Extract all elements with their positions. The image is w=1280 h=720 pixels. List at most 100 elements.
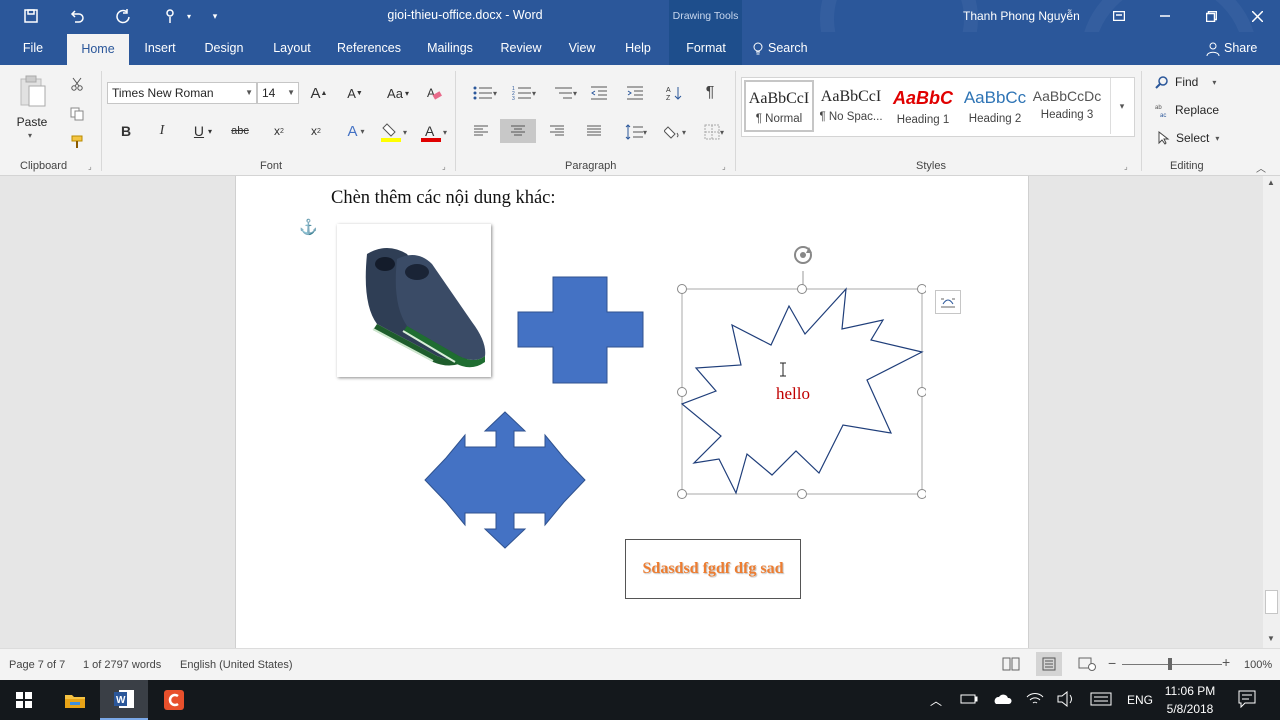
font-launcher-icon[interactable]: ⌟ [442,162,446,171]
style-no-spacing[interactable]: AaBbCcI ¶ No Spac... [816,80,886,132]
decrease-indent-icon[interactable] [589,82,609,104]
layout-options-button[interactable] [935,290,961,314]
zoom-level[interactable]: 100% [1244,659,1272,671]
style-heading-3[interactable]: AaBbCcDc Heading 3 [1032,80,1102,132]
zoom-slider[interactable] [1122,664,1222,665]
tab-insert[interactable]: Insert [136,32,184,65]
minimize-button[interactable] [1142,0,1188,32]
wordart-textbox[interactable]: Sdasdsd fgdf dfg sad [625,539,801,599]
borders-icon[interactable]: ▾ [697,121,731,143]
text-highlight-icon[interactable]: ▾ [378,121,410,143]
strikethrough-icon[interactable]: abc [230,121,250,141]
tab-help[interactable]: Help [618,32,658,65]
print-layout-icon[interactable] [1036,652,1062,676]
redo-icon[interactable] [112,6,134,26]
font-name-combo[interactable]: Times New Roman ▼ [107,82,257,104]
align-right-icon[interactable] [547,121,567,141]
format-painter-icon[interactable] [68,133,86,151]
cross-shape[interactable] [517,276,644,384]
battery-icon[interactable] [960,692,978,709]
style-normal[interactable]: AaBbCcI ¶ Normal [744,80,814,132]
page-count[interactable]: Page 7 of 7 [9,659,65,671]
styles-more-icon[interactable]: ▾ [1110,78,1133,134]
bullets-icon[interactable]: ▾ [470,82,500,104]
align-center-icon[interactable] [500,119,536,143]
multilevel-list-icon[interactable]: ▾ [550,82,580,104]
increase-indent-icon[interactable] [625,82,645,104]
style-heading-2[interactable]: AaBbCc Heading 2 [960,80,1030,132]
volume-icon[interactable] [1057,690,1075,710]
zoom-slider-thumb[interactable] [1168,658,1172,670]
shrink-font-icon[interactable]: A ▼ [345,82,365,104]
input-language[interactable]: ENG [1127,693,1153,707]
change-case-icon[interactable]: Aa ▾ [384,82,412,104]
tab-mailings[interactable]: Mailings [420,32,480,65]
share-button[interactable]: Share [1206,32,1262,65]
superscript-icon[interactable]: x2 [306,121,326,141]
wifi-icon[interactable] [1026,691,1044,710]
align-left-icon[interactable] [471,121,491,141]
replace-button[interactable]: ab ac Replace [1155,103,1219,117]
select-button[interactable]: Select ▾ [1158,131,1219,145]
tab-review[interactable]: Review [496,32,546,65]
quad-arrow-shape[interactable] [422,411,588,549]
heading-paragraph[interactable]: Chèn thêm các nội dung khác: [331,188,556,209]
cut-icon[interactable] [68,75,86,93]
tab-design[interactable]: Design [198,32,250,65]
paragraph-launcher-icon[interactable]: ⌟ [722,162,726,171]
vertical-scrollbar[interactable]: ▲ ▼ [1263,176,1280,648]
sort-icon[interactable]: AZ [664,82,684,104]
paste-button[interactable]: Paste [14,115,50,129]
web-layout-icon[interactable] [1078,657,1096,674]
scroll-up-icon[interactable]: ▲ [1267,178,1275,187]
save-icon[interactable] [20,6,42,26]
tab-view[interactable]: View [562,32,602,65]
underline-icon[interactable]: U ▾ [189,121,217,141]
chevron-down-icon[interactable]: ▼ [245,83,253,103]
customize-quick-access-icon[interactable]: ▾ [204,6,226,26]
style-heading-1[interactable]: AaBbC Heading 1 [888,80,958,132]
camtasia-icon[interactable] [150,680,198,720]
anchor-icon[interactable]: ⚓ [299,218,318,236]
text-effects-icon[interactable]: A ▾ [342,121,370,141]
restore-button[interactable] [1188,0,1234,32]
collapse-ribbon-icon[interactable]: ︿ [1256,160,1266,175]
action-center-icon[interactable] [1238,690,1256,711]
italic-icon[interactable]: I [153,121,171,141]
styles-launcher-icon[interactable]: ⌟ [1124,162,1128,171]
numbering-icon[interactable]: 1 2 3 ▾ [508,82,540,104]
starburst-shape[interactable] [676,244,926,500]
keyboard-icon[interactable] [1090,692,1112,709]
starburst-text[interactable]: hello [776,384,810,404]
shoe-image[interactable] [337,224,491,377]
touch-mode-dropdown-icon[interactable]: ▾ [178,6,200,26]
paste-icon[interactable] [14,73,50,109]
font-size-combo[interactable]: 14 ▼ [257,82,299,104]
document-page[interactable]: Chèn thêm các nội dung khác: ⚓ hello Sda… [235,176,1029,648]
close-button[interactable] [1234,0,1280,32]
clipboard-launcher-icon[interactable]: ⌟ [88,162,92,171]
undo-icon[interactable] [66,6,88,26]
subscript-icon[interactable]: x2 [269,121,289,141]
tab-layout[interactable]: Layout [266,32,318,65]
rotate-handle-icon[interactable] [794,246,812,264]
scroll-thumb[interactable] [1265,590,1278,614]
show-formatting-marks-icon[interactable]: ¶ [700,82,720,104]
copy-icon[interactable] [68,105,86,123]
shading-icon[interactable]: ▾ [658,121,692,143]
windows-start-icon[interactable] [0,680,48,720]
tab-home[interactable]: Home [67,34,129,65]
chevron-down-icon[interactable]: ▼ [287,83,295,103]
grow-font-icon[interactable]: A ▲ [309,82,329,104]
bold-icon[interactable]: B [117,121,135,141]
zoom-out-icon[interactable]: − [1108,655,1116,671]
clear-formatting-icon[interactable]: A [425,82,443,104]
clock-time[interactable]: 11:06 PM [1162,684,1218,698]
clock-date[interactable]: 5/8/2018 [1162,702,1218,716]
file-explorer-icon[interactable] [51,680,99,720]
find-button[interactable]: Find ▾ [1155,75,1216,89]
zoom-in-icon[interactable]: + [1222,654,1230,670]
ribbon-display-options-icon[interactable] [1096,0,1142,32]
word-taskbar-icon[interactable]: W [100,680,148,720]
onedrive-icon[interactable] [992,692,1012,709]
